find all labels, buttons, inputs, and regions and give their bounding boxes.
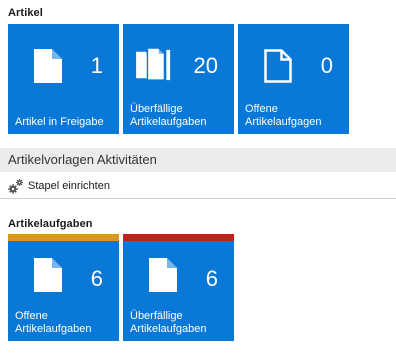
tile-label: Offene Artikelaufgagen xyxy=(245,103,322,128)
gears-icon xyxy=(8,179,23,194)
section-title-article-tasks: Artikelaufgaben xyxy=(8,218,93,230)
tile-overdue-article-tasks[interactable]: 20 Überfällige Artikelaufgaben xyxy=(123,24,234,134)
tile-count: 6 xyxy=(205,266,218,291)
setup-batch-link[interactable]: Stapel einrichten xyxy=(8,178,110,194)
documents-stack-icon xyxy=(136,48,171,81)
tile-count: 1 xyxy=(90,53,103,78)
tile-articles-in-approval[interactable]: 1 Artikel in Freigabe xyxy=(8,24,119,134)
section-title-articles: Artikel xyxy=(8,7,43,19)
tile-label: Überfällige Artikelaufgaben xyxy=(130,310,207,335)
tile-label: Offene Artikelaufgaben xyxy=(15,310,92,335)
activities-header: Artikelvorlagen Aktivitäten xyxy=(0,148,396,172)
document-icon xyxy=(149,258,177,292)
danger-accent-bar xyxy=(123,234,234,241)
setup-batch-label: Stapel einrichten xyxy=(28,180,110,192)
tile-open-article-tasks-queue[interactable]: 6 Offene Artikelaufgaben xyxy=(8,234,119,341)
tile-open-article-tasks[interactable]: 0 Offene Artikelaufgagen xyxy=(238,24,349,134)
document-icon xyxy=(34,49,62,83)
section-divider xyxy=(0,198,396,199)
tile-overdue-article-tasks-queue[interactable]: 6 Überfällige Artikelaufgaben xyxy=(123,234,234,341)
warning-accent-bar xyxy=(8,234,119,241)
activities-title: Artikelvorlagen Aktivitäten xyxy=(8,152,157,167)
tile-count: 0 xyxy=(320,53,333,78)
tile-label: Überfällige Artikelaufgaben xyxy=(130,103,207,128)
tile-label: Artikel in Freigabe xyxy=(15,116,104,128)
document-outline-icon xyxy=(264,49,292,83)
document-icon xyxy=(34,258,62,292)
tile-count: 6 xyxy=(90,266,103,291)
tile-count: 20 xyxy=(193,53,218,78)
